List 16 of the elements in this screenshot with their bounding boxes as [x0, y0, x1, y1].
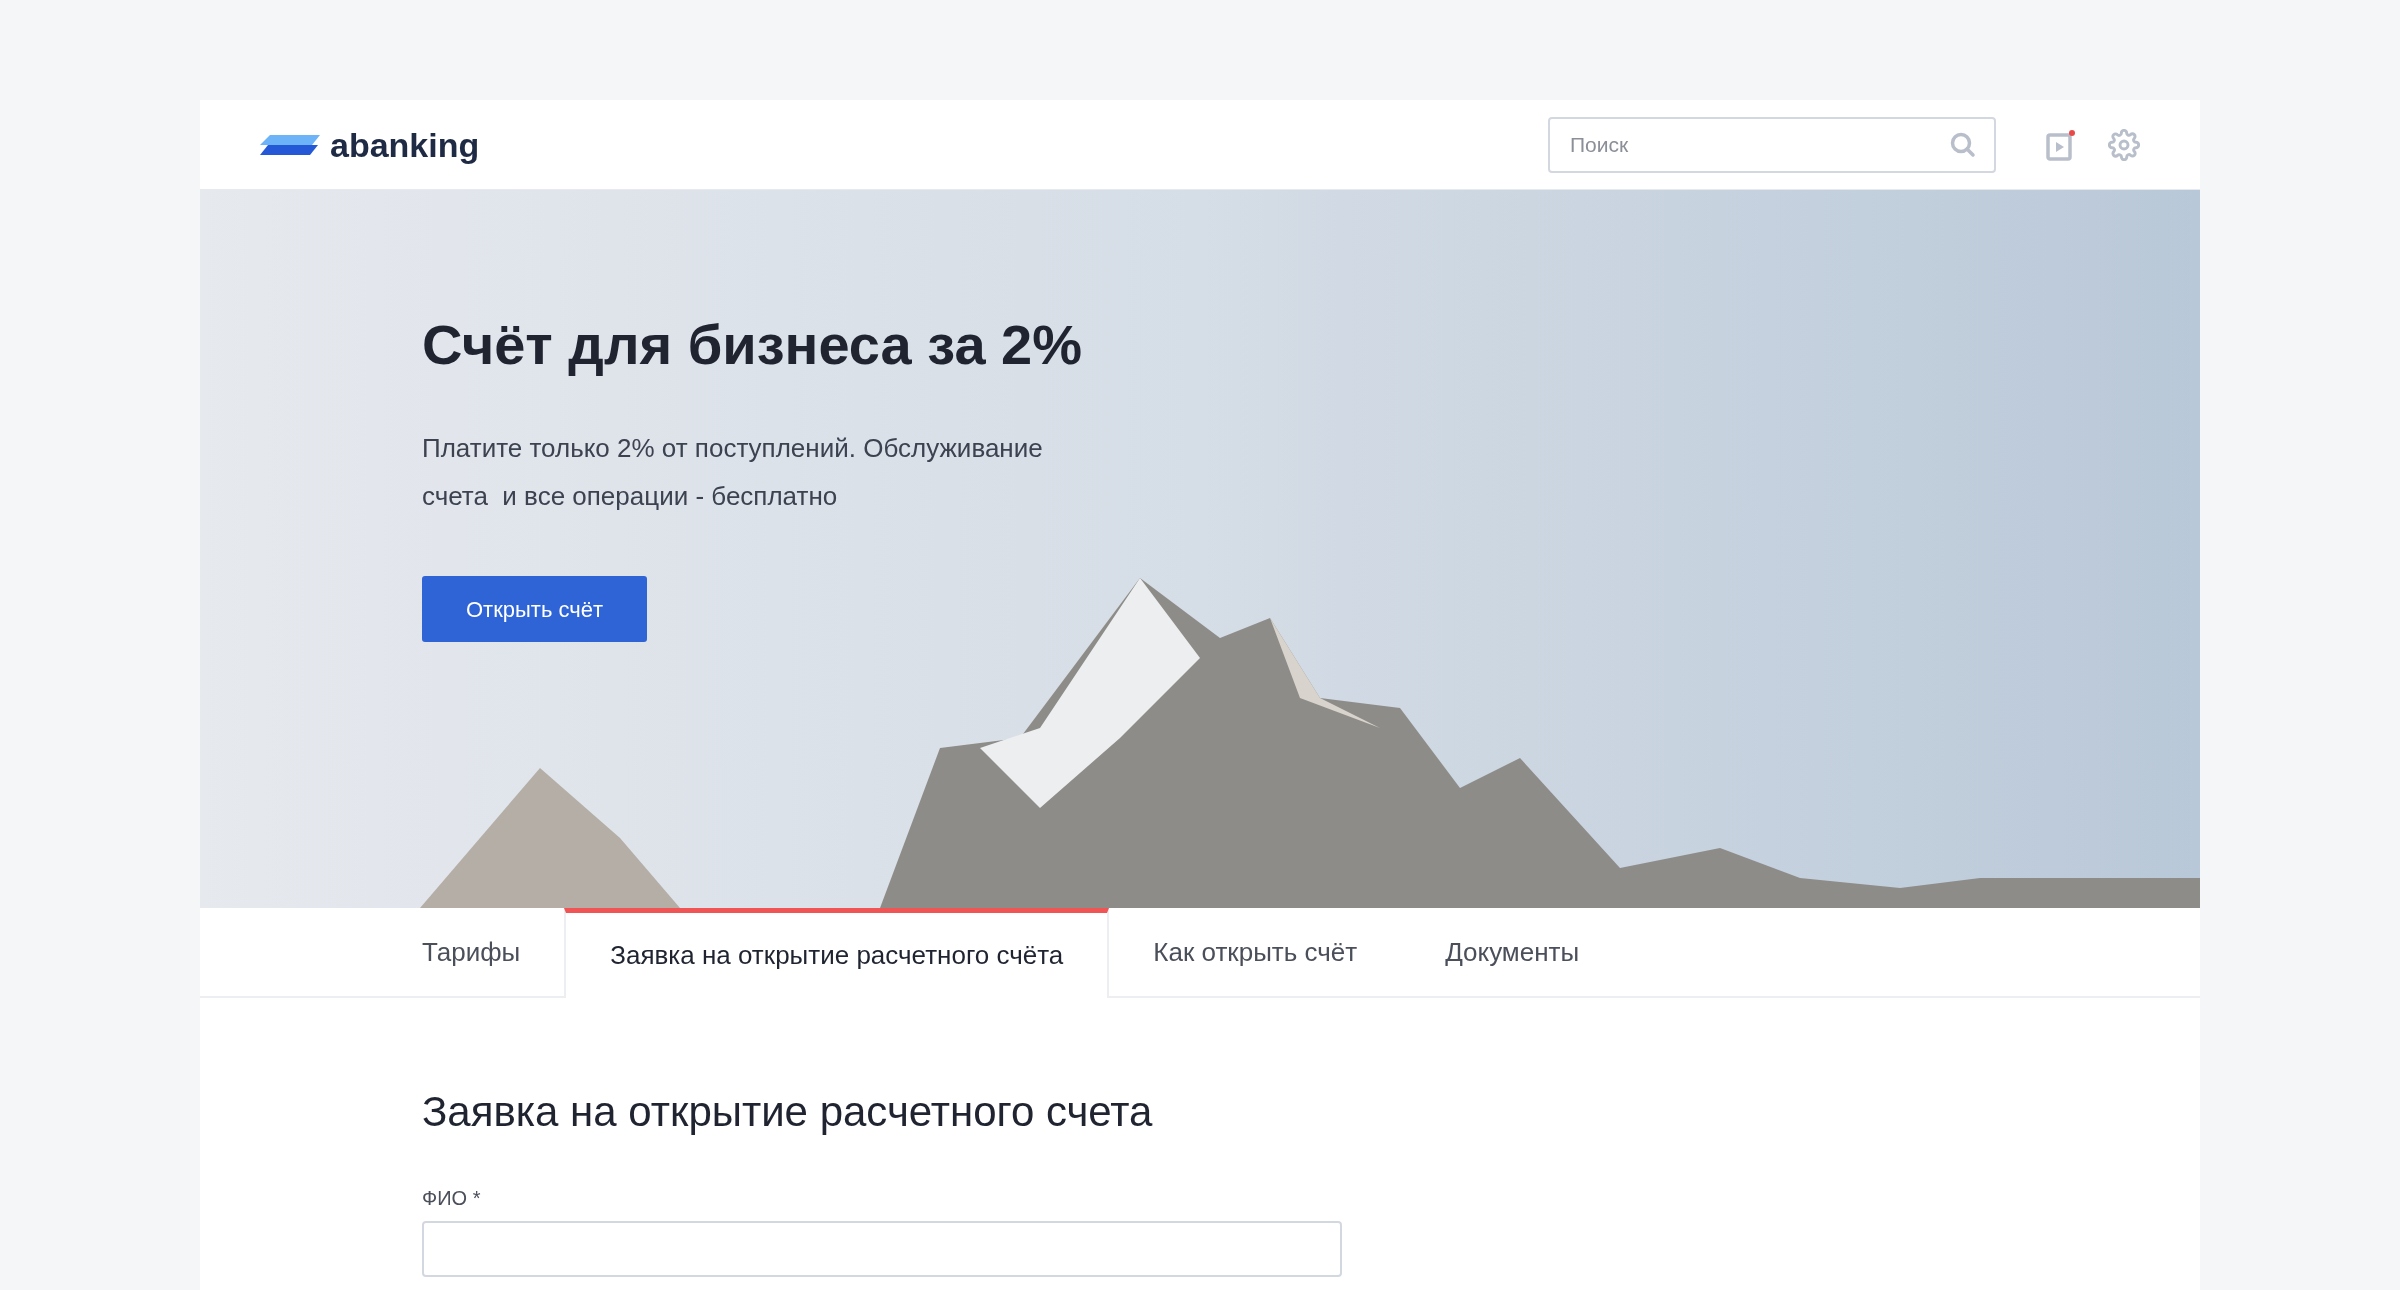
settings-icon[interactable] [2108, 128, 2140, 161]
open-account-button[interactable]: Открыть счёт [422, 576, 647, 642]
input-field[interactable] [422, 1221, 1342, 1277]
tab[interactable]: Как открыть счёт [1109, 908, 1402, 996]
logo-text[interactable]: abanking [330, 127, 480, 162]
hero-subtitle: Платите только 2% от поступлений. Обслуживание счета и все операции - бесплатно [422, 432, 1044, 513]
hero-title: Счёт для бизнеса за 2% [422, 312, 1083, 378]
video-icon[interactable] [2046, 128, 2076, 161]
field-label: ФИО * [422, 1186, 481, 1211]
tab[interactable]: Документы [1401, 908, 1624, 996]
search-field[interactable]: Поиск [1548, 116, 1996, 173]
tab[interactable]: Заявка на открытие расчетного счёта [564, 908, 1110, 998]
search-icon[interactable] [1950, 131, 1976, 158]
form-title: Заявка на открытие расчетного счета [422, 1087, 1153, 1137]
tab[interactable]: Тарифы [378, 908, 565, 996]
logo-icon [260, 132, 320, 157]
